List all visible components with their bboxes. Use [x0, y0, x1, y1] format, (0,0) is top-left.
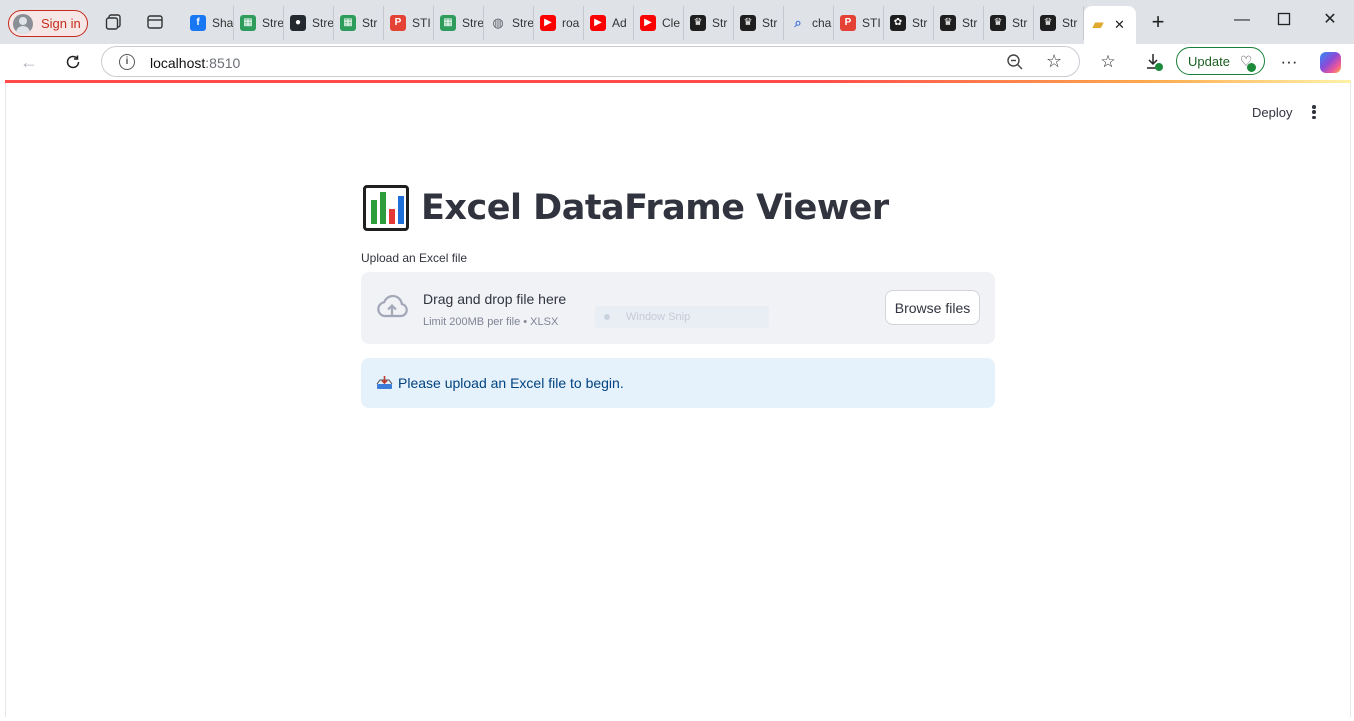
heart-icon: ♡ [1240, 53, 1257, 72]
update-label: Update [1188, 53, 1230, 69]
tab-title: Str [762, 16, 778, 30]
new-tab-button[interactable]: + [1148, 11, 1168, 33]
minimize-icon[interactable]: — [1234, 12, 1250, 28]
browse-files-button[interactable]: Browse files [885, 290, 980, 325]
github-icon: ● [290, 15, 306, 31]
dropzone-instructions: Drag and drop file here [423, 291, 567, 307]
youtube-icon: ▶ [540, 15, 556, 31]
tab-title: Ad [612, 16, 627, 30]
browser-tab[interactable]: ▶ roa [534, 6, 584, 40]
openai-icon: ✿ [890, 15, 906, 31]
app-view: Deploy Excel DataFrame Viewer Upload an … [5, 83, 1351, 717]
reload-icon[interactable] [61, 50, 85, 74]
pdf-icon: P [840, 15, 856, 31]
browser-tab[interactable]: ♛ Str [984, 6, 1034, 40]
site-info-icon[interactable]: i [119, 54, 135, 70]
tab-actions-icon[interactable] [146, 13, 164, 31]
browser-tab[interactable]: ♛ Str [734, 6, 784, 40]
streamlit-crown-icon: ♛ [1040, 15, 1056, 31]
browser-tab[interactable]: ♛ Str [1034, 6, 1084, 40]
workspaces-icon[interactable] [105, 13, 123, 31]
tab-title: Stre [462, 16, 484, 30]
downloads-icon[interactable] [1144, 52, 1164, 72]
tab-title: Str [712, 16, 728, 30]
browser-tab[interactable]: ◍ Stre [484, 6, 534, 40]
search-icon: ⌕ [794, 15, 802, 30]
tab-title: STI [412, 16, 431, 30]
deploy-button[interactable]: Deploy [1252, 105, 1292, 120]
window-snip-overlay: Window Snip [595, 306, 769, 328]
cloud-upload-icon [375, 294, 409, 320]
close-tab-icon[interactable]: ✕ [1114, 17, 1125, 33]
tab-title: Str [1062, 16, 1078, 30]
file-uploader-label: Upload an Excel file [361, 251, 468, 265]
browser-tab-strip: Sign in f Sha ▦ Stre ● Stre ▦ Str P STI ▦ Stre ◍ Stre… [0, 0, 1354, 44]
sheets-icon: ▦ [340, 15, 356, 31]
streamlit-crown-icon: ♛ [740, 15, 756, 31]
url-text: localhost:8510 [150, 55, 241, 71]
tab-title: Stre [312, 16, 334, 30]
close-window-icon[interactable]: ✕ [1322, 12, 1338, 28]
info-message: Please upload an Excel file to begin. [398, 375, 624, 391]
favorite-star-icon[interactable]: ☆ [1046, 51, 1062, 72]
dropzone-limits: Limit 200MB per file • XLSX [423, 316, 559, 328]
sheets-icon: ▦ [240, 15, 256, 31]
page-title: Excel DataFrame Viewer [421, 188, 889, 228]
zoom-out-icon[interactable] [1006, 53, 1024, 71]
file-dropzone[interactable]: Drag and drop file here Limit 200MB per … [361, 272, 995, 344]
tab-title: Str [962, 16, 978, 30]
favorites-icon[interactable]: ☆ [1098, 52, 1118, 72]
avatar-icon [13, 13, 33, 34]
streamlit-crown-icon: ♛ [690, 15, 706, 31]
tab-title: Stre [512, 16, 534, 30]
browser-tab[interactable]: P STI [834, 6, 884, 40]
streamlit-crown-icon: ♛ [940, 15, 956, 31]
facebook-icon: f [190, 15, 206, 31]
sheets-icon: ▦ [440, 15, 456, 31]
tab-list: f Sha ▦ Stre ● Stre ▦ Str P STI ▦ Stre ◍ Stre ▶ roa ▶ Ad ▶… [184, 6, 1136, 44]
browser-tab[interactable]: ⌕ cha [784, 6, 834, 40]
tab-title: Stre [262, 16, 284, 30]
folder-icon: ▰ [1092, 16, 1104, 33]
tab-title: Sha [212, 16, 234, 30]
title-row: Excel DataFrame Viewer [363, 185, 889, 231]
browser-tab[interactable]: ▶ Cle [634, 6, 684, 40]
tab-title: cha [812, 16, 832, 30]
streamlit-crown-icon: ♛ [990, 15, 1006, 31]
update-button[interactable]: Update ♡ [1176, 47, 1265, 75]
tab-title: Str [912, 16, 928, 30]
browser-tab[interactable]: f Sha [184, 6, 234, 40]
browser-tab[interactable]: ▦ Str [334, 6, 384, 40]
tab-title: Str [362, 16, 378, 30]
bar-chart-icon [363, 185, 409, 231]
browser-tab[interactable]: ▶ Ad [584, 6, 634, 40]
tab-title: Cle [662, 16, 681, 30]
browser-tab[interactable]: ▦ Stre [434, 6, 484, 40]
browser-tab[interactable]: P STI [384, 6, 434, 40]
inbox-tray-icon [376, 376, 393, 390]
tab-title: roa [562, 16, 580, 30]
tab-title: STI [862, 16, 881, 30]
browser-tab[interactable]: ♛ Str [934, 6, 984, 40]
sign-in-label: Sign in [41, 16, 81, 31]
maximize-icon[interactable] [1276, 12, 1292, 28]
sign-in-button[interactable]: Sign in [8, 10, 88, 37]
main-menu-icon[interactable] [1308, 103, 1320, 121]
browser-toolbar: ← i localhost:8510 ☆ ☆ Update ♡ ··· [0, 44, 1354, 80]
copilot-icon[interactable] [1320, 52, 1341, 73]
youtube-icon: ▶ [590, 15, 606, 31]
more-options-icon[interactable]: ··· [1279, 52, 1299, 72]
info-alert: Please upload an Excel file to begin. [361, 358, 995, 408]
browser-tab[interactable]: ▦ Stre [234, 6, 284, 40]
browser-tab[interactable]: ● Stre [284, 6, 334, 40]
tab-title: Str [1012, 16, 1028, 30]
youtube-icon: ▶ [640, 15, 656, 31]
browser-tab[interactable]: ♛ Str [684, 6, 734, 40]
back-icon[interactable]: ← [17, 50, 41, 74]
address-bar[interactable]: i localhost:8510 ☆ [101, 46, 1080, 77]
pdf-icon: P [390, 15, 406, 31]
globe-icon: ◍ [492, 15, 504, 30]
active-browser-tab[interactable]: ▰ ✕ [1084, 6, 1136, 44]
browser-tab[interactable]: ✿ Str [884, 6, 934, 40]
